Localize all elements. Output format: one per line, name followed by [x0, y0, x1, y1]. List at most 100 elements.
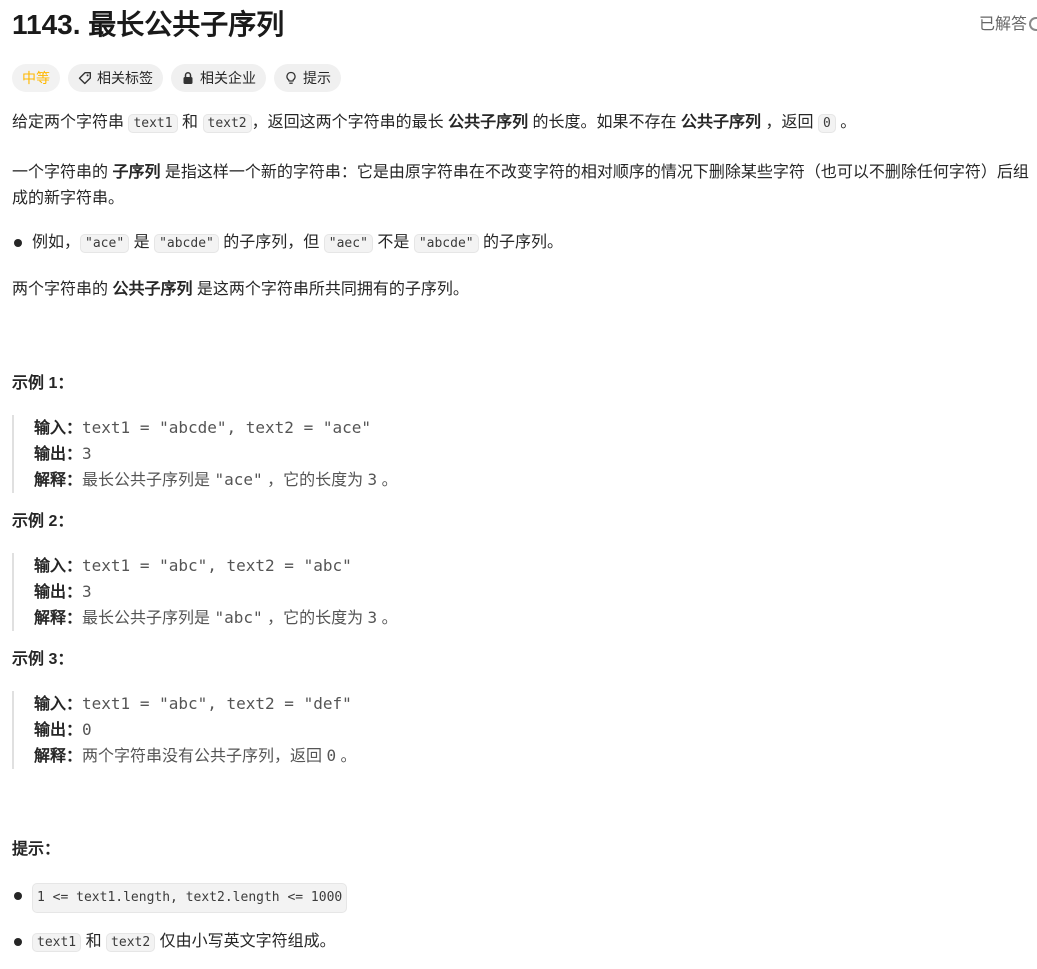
emphasis: 子序列 [112, 164, 161, 181]
inline-code: "abcde" [413, 234, 479, 253]
explain-code: "ace" [214, 470, 263, 489]
text: 是这两个字符串所共同拥有的子序列。 [192, 281, 469, 298]
solved-status: 已解答 [979, 13, 1037, 37]
hints-label: 提示 [303, 70, 331, 86]
input-value: text1 = "abc", text2 = "def" [82, 694, 352, 713]
output-label: 输出： [34, 722, 83, 739]
problem-title[interactable]: 1143. 最长公共子序列 [12, 5, 284, 45]
text: 例如， [32, 234, 81, 251]
constraint-item-2: text1 和 text2 仅由小写英文字符组成。 [12, 929, 1037, 956]
bullet-dot [14, 892, 22, 900]
explain-number: 0 [326, 746, 337, 765]
explain-text: 。 [377, 472, 398, 489]
tag-bar: 中等 相关标签 相关企业 提示 [12, 64, 341, 92]
explain-text: 最长公共子序列是 [82, 610, 215, 627]
description-paragraph-3: 两个字符串的 公共子序列 是这两个字符串所共同拥有的子序列。 [12, 277, 1037, 303]
output-value: 3 [82, 582, 92, 601]
explain-text: ，它的长度为 [262, 610, 368, 627]
emphasis: 公共子序列 [112, 281, 193, 298]
output-label: 输出： [34, 584, 83, 601]
problem-description-panel: 1143. 最长公共子序列 已解答 中等 相关标签 相关企业 提示 给定两个字符… [12, 0, 1037, 969]
emphasis: 公共子序列 [681, 114, 762, 131]
example-input-line: 输入：text1 = "abcde", text2 = "ace" [34, 415, 1037, 441]
inline-code: "abcde" [154, 234, 219, 253]
difficulty-label: 中等 [22, 70, 50, 86]
example-3-title: 示例 3： [12, 651, 74, 668]
inline-code: text1 [128, 114, 178, 133]
text: 不是 [372, 234, 414, 251]
constraint-text: text1 和 text2 仅由小写英文字符组成。 [32, 929, 336, 956]
inline-code: 0 [817, 114, 836, 133]
output-value: 0 [82, 720, 92, 739]
explain-number: 3 [367, 470, 378, 489]
text: 的子序列，但 [218, 234, 324, 251]
inline-code: text1 [32, 933, 82, 952]
explain-label: 解释： [34, 472, 83, 489]
constraint-item-1: 1 <= text1.length, text2.length <= 1000 [12, 883, 1037, 913]
inline-code: text2 [202, 114, 252, 133]
solved-icon [1029, 17, 1037, 31]
inline-code: "ace" [80, 234, 130, 253]
explain-text: 最长公共子序列是 [82, 472, 215, 489]
text: ，返回 [761, 114, 818, 131]
bullet-dot [14, 938, 22, 946]
example-explain-line: 解释：两个字符串没有公共子序列，返回 0 。 [34, 743, 1037, 769]
explain-text: 两个字符串没有公共子序列，返回 [82, 748, 327, 765]
lock-icon [181, 71, 195, 85]
hints-button[interactable]: 提示 [274, 64, 341, 92]
explain-text: 。 [336, 748, 357, 765]
inline-code: text2 [106, 933, 156, 952]
explain-label: 解释： [34, 610, 83, 627]
example-2-block: 输入：text1 = "abc", text2 = "abc" 输出：3 解释：… [12, 553, 1037, 631]
text: ，返回这两个字符串的最长 [251, 114, 449, 131]
lightbulb-icon [284, 71, 298, 85]
title-row: 1143. 最长公共子序列 已解答 [12, 5, 1037, 45]
example-explain-line: 解释：最长公共子序列是 "ace" ，它的长度为 3 。 [34, 467, 1037, 493]
example-2-title: 示例 2： [12, 513, 74, 530]
description-paragraph-1: 给定两个字符串 text1 和 text2 ，返回这两个字符串的最长 公共子序列 … [12, 110, 1037, 142]
example-input-line: 输入：text1 = "abc", text2 = "def" [34, 691, 1037, 717]
inline-code: "aec" [323, 234, 373, 253]
explain-label: 解释： [34, 748, 83, 765]
example-3-block: 输入：text1 = "abc", text2 = "def" 输出：0 解释：… [12, 691, 1037, 769]
text: 和 [81, 933, 107, 950]
text: 仅由小写英文字符组成。 [155, 933, 336, 950]
related-companies-label: 相关企业 [200, 70, 256, 86]
inline-code: 1 <= text1.length, text2.length <= 1000 [32, 883, 348, 913]
text: 。 [835, 114, 857, 131]
related-tags-button[interactable]: 相关标签 [68, 64, 163, 92]
constraints-title: 提示： [12, 841, 61, 858]
text: 给定两个字符串 [12, 114, 129, 131]
text: 和 [177, 114, 203, 131]
related-companies-button[interactable]: 相关企业 [171, 64, 266, 92]
example-explain-line: 解释：最长公共子序列是 "abc" ，它的长度为 3 。 [34, 605, 1037, 631]
text: 两个字符串的 [12, 281, 113, 298]
text: 是 [129, 234, 155, 251]
text: 一个字符串的 [12, 164, 113, 181]
emphasis: 公共子序列 [448, 114, 529, 131]
problem-content: 给定两个字符串 text1 和 text2 ，返回这两个字符串的最长 公共子序列 … [12, 110, 1037, 956]
input-label: 输入： [34, 420, 83, 437]
input-value: text1 = "abc", text2 = "abc" [82, 556, 352, 575]
example-1-title: 示例 1： [12, 375, 74, 392]
text: 的长度。如果不存在 [528, 114, 682, 131]
example-input-line: 输入：text1 = "abc", text2 = "abc" [34, 553, 1037, 579]
text: 是指这样一个新的字符串：它是由原字符串在不改变字符的相对顺序的情况下删除某些字符… [12, 164, 1029, 207]
description-paragraph-2: 一个字符串的 子序列 是指这样一个新的字符串：它是由原字符串在不改变字符的相对顺… [12, 160, 1037, 212]
input-label: 输入： [34, 696, 83, 713]
explain-text: 。 [377, 610, 398, 627]
example-bullet: 例如， "ace" 是 "abcde" 的子序列，但 "aec" 不是 "abcd… [12, 230, 1037, 257]
explain-code: "abc" [214, 608, 263, 627]
example-output-line: 输出：0 [34, 717, 1037, 743]
output-value: 3 [82, 444, 92, 463]
text: 的子序列。 [478, 234, 564, 251]
example-1-block: 输入：text1 = "abcde", text2 = "ace" 输出：3 解… [12, 415, 1037, 493]
difficulty-badge: 中等 [12, 64, 60, 92]
example-output-line: 输出：3 [34, 579, 1037, 605]
tag-icon [78, 71, 92, 85]
input-label: 输入： [34, 558, 83, 575]
related-tags-label: 相关标签 [97, 70, 153, 86]
output-label: 输出： [34, 446, 83, 463]
explain-text: ，它的长度为 [262, 472, 368, 489]
bullet-text: 例如， "ace" 是 "abcde" 的子序列，但 "aec" 不是 "abcd… [32, 230, 563, 257]
